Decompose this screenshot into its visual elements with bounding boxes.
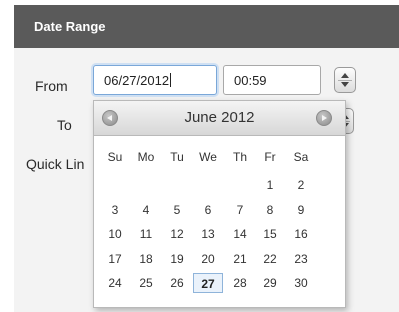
- from-date-value: 06/27/2012: [104, 73, 170, 88]
- weekday-header: Tu: [170, 150, 184, 164]
- calendar-day[interactable]: 25: [131, 273, 161, 293]
- calendar-day[interactable]: 8: [255, 200, 285, 220]
- weekday-header: Fr: [264, 150, 276, 164]
- calendar-day[interactable]: 28: [225, 273, 255, 293]
- calendar-day[interactable]: 2: [286, 175, 316, 195]
- calendar-header: June 2012: [94, 101, 345, 136]
- weekday-header: Su: [107, 150, 123, 164]
- calendar-day[interactable]: 1: [255, 175, 285, 195]
- calendar-day-selected[interactable]: 27: [193, 273, 223, 293]
- calendar-day[interactable]: 12: [162, 224, 192, 244]
- from-time-value: 00:59: [234, 73, 267, 88]
- weekday-header: We: [199, 150, 217, 164]
- calendar-day[interactable]: 16: [286, 224, 316, 244]
- text-caret: [170, 73, 172, 87]
- from-time-input[interactable]: 00:59: [223, 65, 321, 95]
- calendar-day[interactable]: 6: [193, 200, 223, 220]
- calendar-day[interactable]: 26: [162, 273, 192, 293]
- calendar-day[interactable]: 22: [255, 249, 285, 269]
- calendar-day[interactable]: 10: [100, 224, 130, 244]
- calendar-day[interactable]: 11: [131, 224, 161, 244]
- stepper-down-icon[interactable]: [341, 82, 349, 87]
- calendar-day[interactable]: 17: [100, 249, 130, 269]
- weekday-header: Sa: [293, 150, 309, 164]
- calendar-day[interactable]: 30: [286, 273, 316, 293]
- calendar-day[interactable]: 24: [100, 273, 130, 293]
- quick-links-label: Quick Lin: [26, 156, 85, 172]
- from-date-input[interactable]: 06/27/2012: [93, 65, 217, 95]
- from-time-stepper[interactable]: [334, 67, 356, 93]
- calendar-day[interactable]: 14: [225, 224, 255, 244]
- calendar-day[interactable]: 18: [131, 249, 161, 269]
- calendar-day[interactable]: 15: [255, 224, 285, 244]
- calendar-day[interactable]: 9: [286, 200, 316, 220]
- stepper-up-icon[interactable]: [341, 73, 349, 78]
- calendar-day[interactable]: 20: [193, 249, 223, 269]
- from-label: From: [35, 78, 68, 94]
- date-picker-popup: June 2012 Su Mo Tu We Th Fr Sa 1 2 3 4 5 6 7 8 9 10 11 12 1…: [93, 100, 346, 308]
- calendar-day[interactable]: 7: [225, 200, 255, 220]
- calendar-day[interactable]: 5: [162, 200, 192, 220]
- calendar-day[interactable]: 23: [286, 249, 316, 269]
- panel-title: Date Range: [34, 19, 106, 34]
- calendar-day[interactable]: 13: [193, 224, 223, 244]
- next-month-icon[interactable]: [316, 110, 332, 126]
- calendar-day[interactable]: 4: [131, 200, 161, 220]
- weekday-header: Th: [232, 150, 247, 164]
- calendar-day[interactable]: 29: [255, 273, 285, 293]
- to-label: To: [57, 117, 72, 133]
- calendar-month-title: June 2012: [184, 109, 255, 126]
- weekday-header: Mo: [137, 150, 155, 164]
- calendar-day[interactable]: 19: [162, 249, 192, 269]
- stepper-divider: [338, 80, 352, 81]
- calendar-day[interactable]: 21: [225, 249, 255, 269]
- calendar-day[interactable]: 3: [100, 200, 130, 220]
- panel-header: Date Range: [14, 5, 399, 48]
